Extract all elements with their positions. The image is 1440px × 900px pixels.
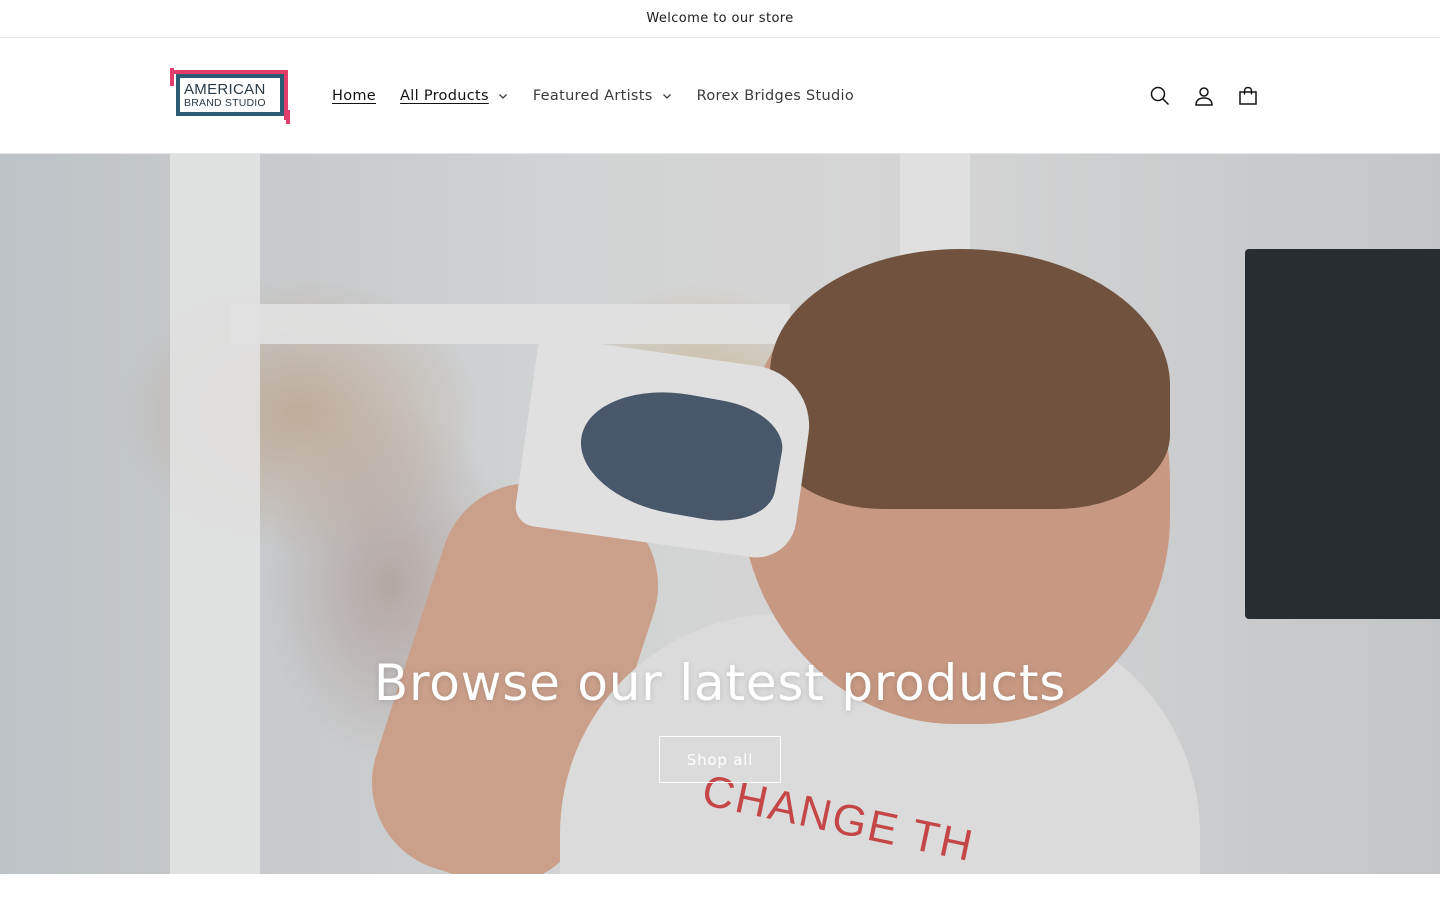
logo-word-american: AMERICAN	[184, 80, 266, 98]
cart-icon	[1239, 86, 1257, 105]
header-icons	[1138, 38, 1270, 153]
hero-content: Browse our latest products Shop all	[0, 654, 1440, 783]
hero-banner: CHANGE TH Browse our latest products Sho…	[0, 154, 1440, 874]
nav-item-rorex-bridges-studio[interactable]: Rorex Bridges Studio	[685, 88, 866, 104]
store-logo[interactable]: AMERICAN BRAND STUDIO	[170, 67, 290, 124]
chevron-down-icon	[498, 93, 507, 99]
search-icon	[1150, 86, 1170, 105]
logo-accent-left	[170, 67, 174, 86]
nav-item-featured-artists[interactable]: Featured Artists	[521, 88, 685, 104]
chevron-down-icon	[662, 93, 671, 99]
logo-accent-bottom	[286, 109, 290, 124]
nav-item-all-products[interactable]: All Products	[388, 88, 521, 104]
announcement-bar: Welcome to our store	[0, 0, 1440, 38]
account-icon	[1195, 86, 1213, 106]
nav-label-home: Home	[332, 87, 377, 104]
nav-label-all-products: All Products	[400, 87, 489, 104]
shop-all-button[interactable]: Shop all	[659, 736, 781, 783]
search-button[interactable]	[1138, 74, 1182, 118]
nav-label-featured-artists: Featured Artists	[532, 87, 653, 104]
logo-word-brand-studio: BRAND STUDIO	[184, 96, 266, 109]
nav-label-rorex-bridges-studio: Rorex Bridges Studio	[696, 87, 855, 104]
account-button[interactable]	[1182, 74, 1226, 118]
cart-button[interactable]	[1226, 74, 1270, 118]
main-nav: Home All Products Featured Artists Rorex…	[320, 38, 866, 153]
announcement-text: Welcome to our store	[646, 11, 794, 26]
hero-title: Browse our latest products	[373, 654, 1067, 712]
nav-item-home[interactable]: Home	[320, 88, 388, 104]
site-header: AMERICAN BRAND STUDIO Home All Products …	[0, 38, 1440, 154]
